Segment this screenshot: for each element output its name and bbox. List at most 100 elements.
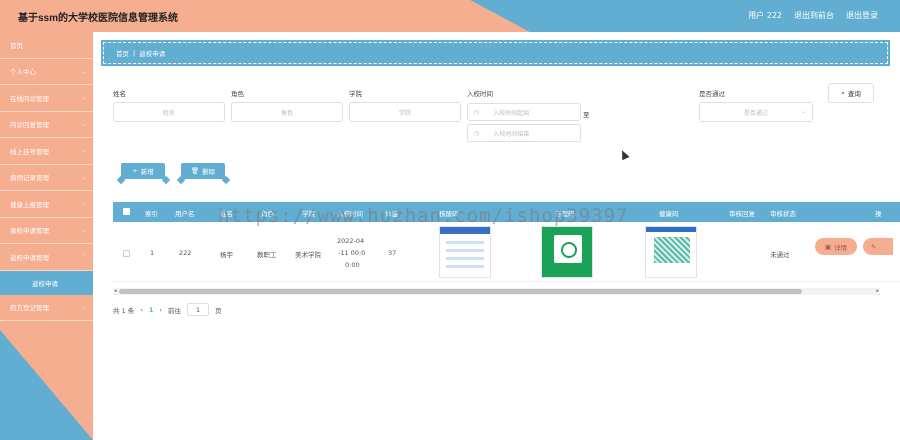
column-header: 操	[875, 210, 882, 218]
pagination-total: 共 1 条	[113, 306, 135, 315]
add-button[interactable]: + 新增	[121, 163, 165, 179]
logout-link[interactable]: 退出登录	[846, 10, 878, 21]
breadcrumb: 首页 | 返校申请	[101, 40, 890, 66]
sidebar-subitem-return-application[interactable]: 返校申请	[0, 270, 93, 295]
sidebar-item-consult-reply[interactable]: 问诊回复管理 ⌄	[0, 112, 93, 138]
chevron-down-icon: ⌄	[81, 303, 87, 311]
table-header: 索引 用户名 姓名 角色 学院 入校时间 体温 核酸码 行程码 健康码 审核回复…	[113, 202, 900, 222]
scroll-right-arrow-icon[interactable]: ▸	[876, 288, 879, 294]
main-content: 首页 | 返校申请 姓名 姓名 角色 角色 学院 学院 入校时间 ◷ 入校时间起始…	[93, 32, 900, 440]
edit-icon: ✎	[871, 242, 877, 251]
time-start-input[interactable]: ◷ 入校时间起始	[467, 103, 581, 121]
cell-temperature: 37	[388, 249, 397, 257]
college-filter-label: 学院	[349, 90, 362, 98]
health-code-image[interactable]	[645, 226, 697, 278]
role-filter-input[interactable]: 角色	[231, 102, 343, 122]
cell-username: 222	[179, 249, 192, 257]
role-filter-label: 角色	[231, 90, 244, 98]
nucleic-acid-code-image[interactable]	[439, 226, 491, 278]
sidebar-item-label: 病例记录管理	[10, 174, 49, 183]
sidebar-item-personal-center[interactable]: 个人中心 ⌄	[0, 59, 93, 85]
horizontal-scrollbar[interactable]: ◂ ▸	[113, 288, 880, 295]
clock-icon: ◷	[474, 129, 480, 137]
cell-role: 教职工	[257, 251, 277, 259]
pagination-goto-input[interactable]: 1	[187, 303, 210, 316]
row-checkbox[interactable]	[123, 250, 130, 257]
scroll-left-arrow-icon[interactable]: ◂	[114, 288, 117, 294]
sidebar-item-label: 个人中心	[10, 68, 36, 77]
pagination-goto-label: 前往	[168, 306, 182, 315]
cell-time-line1: 2022-04	[337, 237, 365, 245]
sidebar-item-label: 返校申请管理	[10, 253, 49, 262]
column-header: 审核回复	[729, 210, 755, 218]
pass-filter-label: 是否通过	[699, 90, 725, 98]
itinerary-code-image[interactable]	[541, 226, 593, 278]
app-title: 基于ssm的大学校医院信息管理系统	[18, 13, 179, 24]
time-end-placeholder: 入校时间结束	[493, 130, 530, 138]
chevron-down-icon: ⌄	[800, 108, 806, 115]
add-button-label: 新增	[140, 168, 154, 176]
college-filter-input[interactable]: 学院	[349, 102, 461, 122]
sidebar: 首页 个人中心 ⌄ 在线问诊管理 ⌄ 问诊回复管理 ⌄ 线上挂号管理 ⌄ 病例记录管理 ⌄…	[0, 32, 93, 440]
pagination-next-icon[interactable]: ›	[159, 306, 162, 314]
chevron-down-icon: ⌄	[81, 94, 87, 101]
sidebar-item-health-report[interactable]: 健康上报管理 ⌄	[0, 191, 93, 218]
pass-filter-select[interactable]: 是否通过 ⌄	[699, 102, 813, 122]
time-end-input[interactable]: ◷ 入校时间结束	[467, 124, 581, 142]
column-header: 入校时间	[337, 210, 363, 218]
search-icon: ⌕	[841, 88, 845, 97]
column-header: 用户名	[175, 210, 195, 218]
delete-button[interactable]: 🗑 删除	[181, 163, 225, 179]
clock-icon: ◷	[474, 108, 480, 116]
select-all-checkbox[interactable]	[123, 208, 130, 215]
sidebar-item-prescription[interactable]: 药方登记管理 ⌄	[0, 295, 93, 321]
search-button-label: 查询	[847, 90, 861, 98]
edit-button[interactable]: ✎	[863, 238, 893, 255]
sidebar-item-leave-school[interactable]: 离校申请管理 ⌄	[0, 218, 93, 244]
breadcrumb-home[interactable]: 首页	[116, 48, 129, 58]
detail-button[interactable]: ▣ 详情	[815, 238, 857, 255]
pagination-page-unit: 页	[215, 306, 222, 315]
sidebar-item-return-school[interactable]: 返校申请管理 ⌃	[0, 244, 93, 271]
current-user: 用户 222	[748, 11, 782, 20]
sidebar-item-home[interactable]: 首页	[0, 32, 93, 59]
chevron-down-icon: ⌄	[81, 226, 87, 234]
sidebar-item-label: 离校申请管理	[10, 227, 49, 236]
scrollbar-thumb[interactable]	[119, 289, 802, 294]
sidebar-item-label: 健康上报管理	[10, 200, 49, 209]
chevron-down-icon: ⌄	[81, 120, 87, 128]
sidebar-item-case-records[interactable]: 病例记录管理 ⌄	[0, 165, 93, 191]
breadcrumb-current: 返校申请	[139, 50, 166, 58]
sidebar-subitem-label: 返校申请	[32, 279, 58, 288]
sidebar-item-online-consult[interactable]: 在线问诊管理 ⌄	[0, 85, 93, 112]
header-links: 用户 222 退出到前台 退出登录	[748, 10, 878, 21]
pagination-current-page[interactable]: 1	[149, 306, 154, 314]
sidebar-decoration	[0, 330, 93, 440]
cell-time-line2: -11 00:0	[338, 249, 366, 257]
search-button[interactable]: ⌕ 查询	[828, 83, 874, 103]
column-header: 健康码	[659, 210, 679, 218]
pagination-prev-icon[interactable]: ‹	[140, 306, 143, 314]
time-range-separator: 至	[583, 111, 590, 119]
column-header: 索引	[145, 210, 158, 218]
back-to-front-link[interactable]: 退出到前台	[794, 10, 834, 21]
chevron-down-icon: ⌄	[81, 67, 87, 75]
table-row[interactable]: 1 222 杨宇 教职工 美术学院 2022-04 -11 00:0 0:00 …	[113, 222, 900, 282]
time-filter-label: 入校时间	[467, 90, 493, 98]
chevron-down-icon: ⌄	[81, 147, 87, 154]
sidebar-item-label: 问诊回复管理	[10, 121, 49, 130]
chevron-up-icon: ⌃	[81, 253, 87, 260]
time-start-placeholder: 入校时间起始	[493, 109, 530, 117]
cell-college: 美术学院	[295, 251, 321, 259]
name-filter-input[interactable]: 姓名	[113, 102, 225, 122]
sidebar-item-online-registration[interactable]: 线上挂号管理 ⌄	[0, 138, 93, 165]
plus-icon: +	[132, 167, 138, 175]
column-header: 体温	[385, 210, 398, 218]
sidebar-item-label: 首页	[10, 41, 23, 50]
pass-filter-placeholder: 是否通过	[743, 109, 768, 117]
top-bar: 基于ssm的大学校医院信息管理系统 用户 222 退出到前台 退出登录	[0, 0, 900, 32]
sidebar-item-label: 在线问诊管理	[10, 94, 49, 103]
chevron-down-icon: ⌄	[81, 173, 87, 181]
sidebar-item-label: 线上挂号管理	[10, 147, 49, 156]
column-header: 审核状态	[770, 210, 796, 218]
